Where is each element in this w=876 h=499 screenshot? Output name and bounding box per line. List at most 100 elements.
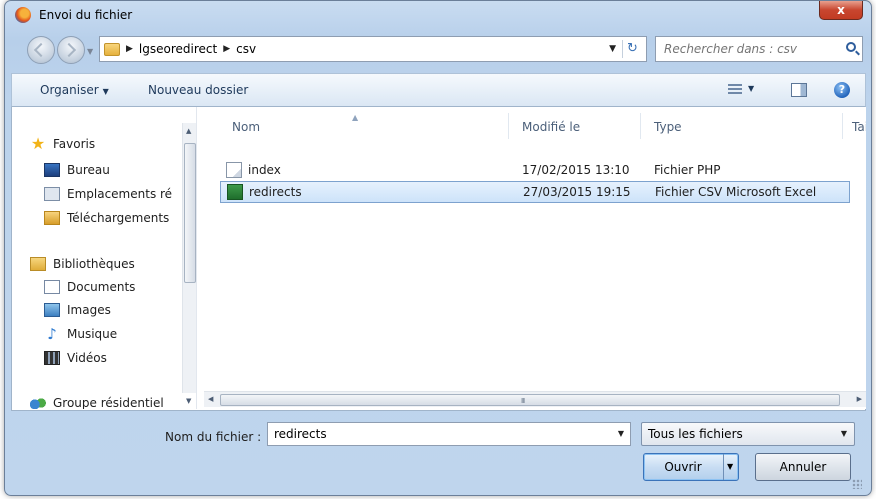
nav-item-label: Téléchargements: [67, 211, 170, 225]
filename-label: Nom du fichier :: [165, 430, 262, 444]
navigation-pane: ★ Favoris Bureau Emplacements ré Télécha…: [12, 107, 196, 409]
file-type-chevron-icon: ▼: [840, 429, 847, 438]
file-type: Fichier CSV Microsoft Excel: [655, 185, 817, 199]
title-bar: Envoi du fichier x: [5, 1, 871, 29]
scroll-up-icon[interactable]: ▲: [186, 127, 191, 135]
nav-item-bureau[interactable]: Bureau: [44, 163, 110, 177]
column-header-type[interactable]: Type: [654, 107, 682, 134]
filename-dropdown-chevron-icon[interactable]: ▼: [618, 429, 624, 438]
horizontal-scrollbar[interactable]: ◀ III ▶: [204, 391, 866, 407]
horizontal-scroll-thumb[interactable]: III: [220, 394, 840, 406]
column-divider[interactable]: [842, 113, 843, 139]
nav-item-images[interactable]: Images: [44, 303, 111, 317]
file-type: Fichier PHP: [654, 163, 721, 177]
file-row-redirects[interactable]: redirects 27/03/2015 19:15 Fichier CSV M…: [220, 181, 850, 203]
pane-splitter[interactable]: [196, 107, 202, 409]
nav-item-favorites[interactable]: ★ Favoris: [30, 136, 96, 152]
nav-item-videos[interactable]: Vidéos: [44, 351, 107, 365]
column-header-name[interactable]: Nom: [232, 107, 260, 134]
cancel-button[interactable]: Annuler: [755, 453, 851, 481]
open-button-label: Ouvrir: [664, 460, 702, 474]
csv-file-icon: [227, 184, 243, 200]
new-folder-button[interactable]: Nouveau dossier: [148, 83, 248, 97]
nav-item-libraries[interactable]: Bibliothèques: [30, 257, 135, 271]
file-list: Nom ▲ Modifié le Type Taill index 17/02/…: [204, 107, 866, 409]
command-bar: Organiser ▼ Nouveau dossier ▼ ?: [11, 73, 866, 107]
nav-item-label: Favoris: [53, 137, 96, 151]
search-input[interactable]: [664, 42, 834, 56]
column-divider[interactable]: [640, 113, 641, 139]
scroll-down-icon[interactable]: ▼: [186, 397, 191, 405]
preview-pane-icon[interactable]: [791, 83, 807, 97]
organize-button[interactable]: Organiser ▼: [40, 83, 109, 97]
breadcrumb-item-csv[interactable]: csv: [236, 42, 256, 56]
nav-scroll-thumb[interactable]: [184, 143, 196, 283]
nav-item-homegroup[interactable]: Groupe résidentiel: [30, 396, 164, 409]
search-icon[interactable]: [846, 42, 856, 52]
breadcrumb-separator-icon[interactable]: ▶: [126, 44, 133, 54]
nav-item-label: Emplacements ré: [67, 187, 173, 201]
nav-item-label: Bureau: [67, 163, 110, 177]
sort-ascending-icon: ▲: [352, 113, 359, 122]
recent-pages-chevron-icon[interactable]: ▼: [87, 47, 93, 56]
column-header-size[interactable]: Taill: [852, 107, 866, 134]
file-row-index[interactable]: index 17/02/2015 13:10 Fichier PHP: [220, 159, 850, 181]
filename-combobox[interactable]: ▼: [267, 422, 631, 446]
firefox-icon: [15, 7, 31, 23]
nav-item-label: Bibliothèques: [53, 257, 135, 271]
nav-item-recent-places[interactable]: Emplacements ré: [44, 187, 172, 201]
dialog-footer: Nom du fichier : ▼ Tous les fichiers ▼ O…: [11, 413, 866, 493]
videos-icon: [44, 351, 60, 365]
downloads-icon: [44, 211, 60, 225]
browser-area: ★ Favoris Bureau Emplacements ré Télécha…: [11, 107, 866, 411]
nav-item-music[interactable]: ♪ Musique: [44, 325, 118, 343]
file-name: index: [248, 163, 281, 177]
nav-item-label: Documents: [67, 280, 136, 294]
nav-item-downloads[interactable]: Téléchargements: [44, 211, 169, 225]
forward-button[interactable]: [57, 36, 85, 64]
back-button[interactable]: [27, 36, 55, 64]
help-icon[interactable]: ?: [834, 82, 850, 98]
file-modified: 27/03/2015 19:15: [523, 185, 631, 199]
split-divider: [723, 454, 724, 480]
nav-item-label: Musique: [67, 327, 118, 341]
view-options-icon[interactable]: [728, 84, 742, 96]
nav-item-documents[interactable]: Documents: [44, 280, 135, 294]
file-modified: 17/02/2015 13:10: [522, 163, 630, 177]
breadcrumb[interactable]: ▶ lgseoredirect ▶ csv ▼ ↻: [99, 36, 647, 62]
file-name: redirects: [249, 185, 302, 199]
organize-label: Organiser: [40, 83, 99, 97]
file-type-select[interactable]: Tous les fichiers ▼: [641, 422, 855, 446]
folder-icon: [104, 42, 120, 56]
scroll-left-icon[interactable]: ◀: [208, 395, 213, 403]
breadcrumb-item-lgseoredirect[interactable]: lgseoredirect: [139, 42, 217, 56]
scroll-right-icon[interactable]: ▶: [857, 395, 862, 403]
open-button[interactable]: Ouvrir ▼: [643, 453, 739, 481]
desktop-icon: [44, 163, 60, 177]
file-upload-dialog: Envoi du fichier x ▼ ▶ lgseoredirect ▶ c…: [4, 0, 872, 496]
nav-item-label: Vidéos: [67, 351, 107, 365]
documents-icon: [44, 280, 60, 294]
close-button[interactable]: x: [819, 1, 863, 20]
music-icon: ♪: [47, 325, 57, 343]
filename-input[interactable]: [274, 427, 594, 441]
column-divider[interactable]: [508, 113, 509, 139]
column-header-modified[interactable]: Modifié le: [522, 107, 580, 134]
address-bar: ▼ ▶ lgseoredirect ▶ csv ▼ ↻: [23, 33, 863, 69]
view-chevron-down-icon[interactable]: ▼: [748, 84, 754, 93]
libraries-icon: [30, 257, 46, 271]
refresh-icon[interactable]: ↻: [622, 40, 642, 58]
chevron-down-icon: ▼: [102, 87, 109, 96]
open-options-chevron-icon[interactable]: ▼: [727, 454, 733, 480]
nav-scrollbar[interactable]: ▲ ▼: [182, 123, 196, 405]
nav-item-label: Groupe résidentiel: [53, 396, 164, 409]
address-history-chevron-icon[interactable]: ▼: [609, 44, 616, 54]
pictures-icon: [44, 303, 60, 317]
homegroup-icon: [30, 396, 46, 409]
recent-places-icon: [44, 187, 60, 201]
window-title: Envoi du fichier: [39, 8, 133, 22]
search-box[interactable]: [655, 36, 863, 62]
file-type-value: Tous les fichiers: [648, 427, 743, 441]
breadcrumb-separator-icon[interactable]: ▶: [223, 44, 230, 54]
resize-grip-icon[interactable]: [852, 479, 862, 489]
